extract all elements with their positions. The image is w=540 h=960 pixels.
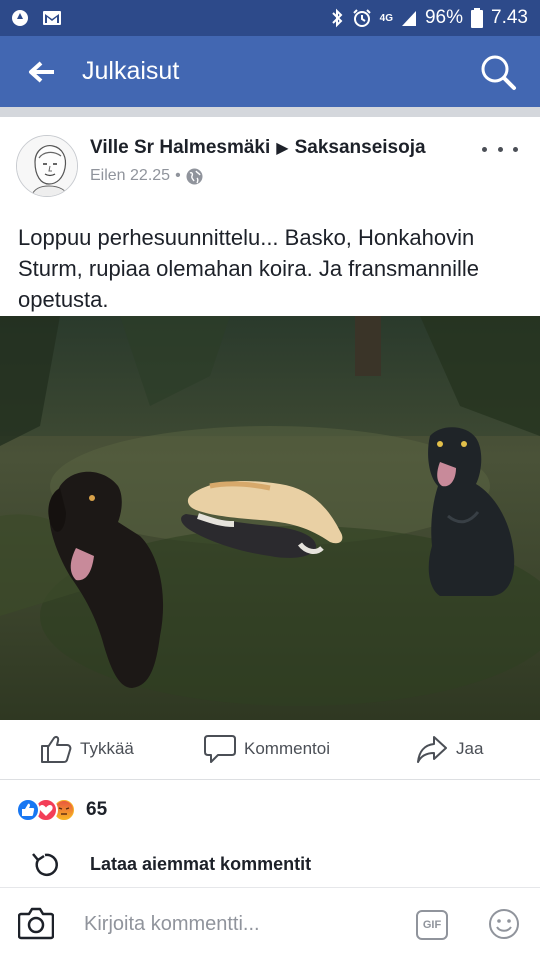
app-bar: Julkaisut — [0, 36, 540, 107]
share-label: Jaa — [456, 739, 484, 758]
alarm-icon — [352, 9, 371, 27]
group-name[interactable]: Saksanseisoja — [295, 137, 426, 158]
comment-label: Kommentoi — [244, 739, 330, 758]
share-button[interactable]: Jaa — [416, 734, 483, 764]
gmail-icon — [43, 11, 61, 25]
search-icon — [481, 55, 516, 90]
post-header: Ville Sr Halmesmäki ▶ Saksanseisoja Eilen … — [0, 117, 540, 207]
bluetooth-icon — [331, 8, 343, 28]
avatar-sketch — [17, 136, 77, 196]
like-reaction-icon — [16, 798, 40, 822]
more-dot-icon — [497, 146, 503, 152]
like-label: Tykkää — [80, 739, 134, 758]
back-button[interactable] — [14, 44, 70, 100]
emoji-icon[interactable] — [488, 908, 520, 940]
author-name[interactable]: Ville Sr Halmesmäki — [90, 137, 270, 158]
gif-button[interactable]: GIF — [416, 910, 448, 940]
forest-dogs-photo — [0, 316, 540, 720]
comment-icon — [204, 735, 236, 763]
thumbs-up-icon — [41, 736, 72, 763]
post-photo[interactable] — [0, 316, 540, 720]
page-title: Julkaisut — [82, 57, 180, 85]
post-actions: Tykkää Kommentoi Jaa — [0, 720, 540, 780]
clock: 7.43 — [491, 7, 528, 28]
arrow-left-icon — [29, 61, 54, 82]
meta-separator: • — [175, 167, 181, 184]
search-button[interactable] — [476, 50, 520, 94]
network-type: 4G — [379, 12, 393, 24]
notification-circle-icon — [12, 10, 28, 26]
post-meta: Eilen 22.25 • — [90, 167, 203, 185]
comment-button[interactable]: Kommentoi — [204, 734, 330, 764]
load-earlier-comments[interactable]: Lataa aiemmat kommentit — [0, 840, 540, 888]
reload-icon — [32, 853, 58, 877]
like-button[interactable]: Tykkää — [40, 734, 134, 764]
author-line: Ville Sr Halmesmäki ▶ Saksanseisoja — [90, 137, 426, 159]
battery-percent: 96% — [424, 7, 464, 28]
reaction-count: 65 — [86, 799, 108, 820]
comment-composer: GIF — [0, 888, 540, 960]
signal-icon — [401, 11, 416, 26]
status-bar: 4G 96% 7.43 — [0, 0, 540, 36]
reactions-summary[interactable]: 65 — [16, 795, 107, 825]
camera-icon[interactable] — [18, 906, 54, 940]
post-timestamp[interactable]: Eilen 22.25 — [90, 167, 170, 185]
post-text: Loppuu perhesuunnittelu... Basko, Honkah… — [18, 225, 480, 312]
share-arrow-icon — [417, 736, 447, 763]
avatar[interactable] — [16, 135, 78, 197]
more-dot-icon — [482, 146, 487, 152]
comment-input[interactable] — [84, 910, 384, 938]
load-comments-label: Lataa aiemmat kommentit — [90, 854, 312, 874]
feed-divider — [0, 107, 540, 117]
battery-icon — [471, 8, 484, 28]
more-dot-icon — [513, 146, 518, 152]
more-options-button[interactable] — [482, 139, 518, 159]
share-target-arrow-icon: ▶ — [276, 140, 289, 157]
globe-icon — [186, 168, 203, 184]
